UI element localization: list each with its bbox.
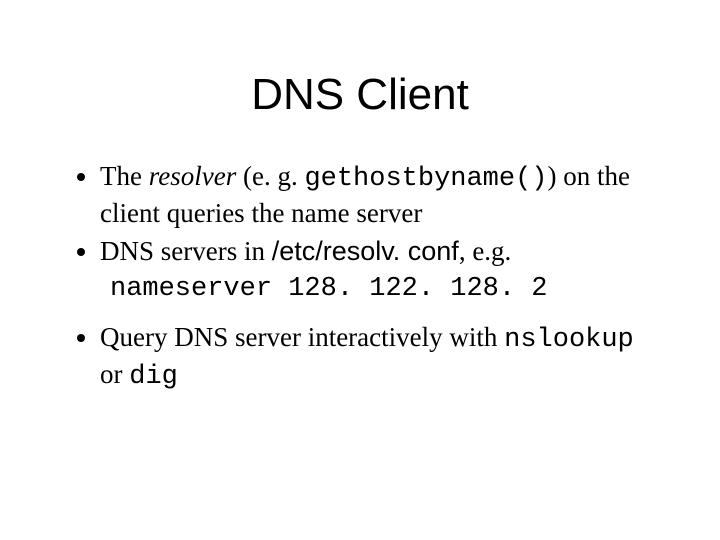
bullet-3: Query DNS server interactively with nslo… <box>100 321 660 395</box>
bullet-list-2: Query DNS server interactively with nslo… <box>60 321 660 395</box>
code-gethostbyname: gethostbyname() <box>304 164 547 194</box>
text: DNS servers in <box>100 236 272 266</box>
resolver-term: resolver <box>149 161 236 191</box>
slide-title: DNS Client <box>60 70 660 120</box>
text: The <box>100 161 149 191</box>
text: (e. g. <box>236 161 304 191</box>
file-path: /etc/resolv. conf <box>272 236 459 266</box>
bullet-2: DNS servers in /etc/resolv. conf, e.g. <box>100 235 660 269</box>
text: , e.g. <box>459 236 511 266</box>
example-nameserver: nameserver 128. 122. 128. 2 <box>110 272 660 307</box>
bullet-1: The resolver (e. g. gethostbyname()) on … <box>100 160 660 231</box>
slide: DNS Client The resolver (e. g. gethostby… <box>0 0 720 540</box>
text: or <box>100 359 129 389</box>
bullet-list: The resolver (e. g. gethostbyname()) on … <box>60 160 660 268</box>
code-nslookup: nslookup <box>504 325 634 355</box>
text: Query DNS server interactively with <box>100 322 504 352</box>
code-dig: dig <box>129 362 178 392</box>
